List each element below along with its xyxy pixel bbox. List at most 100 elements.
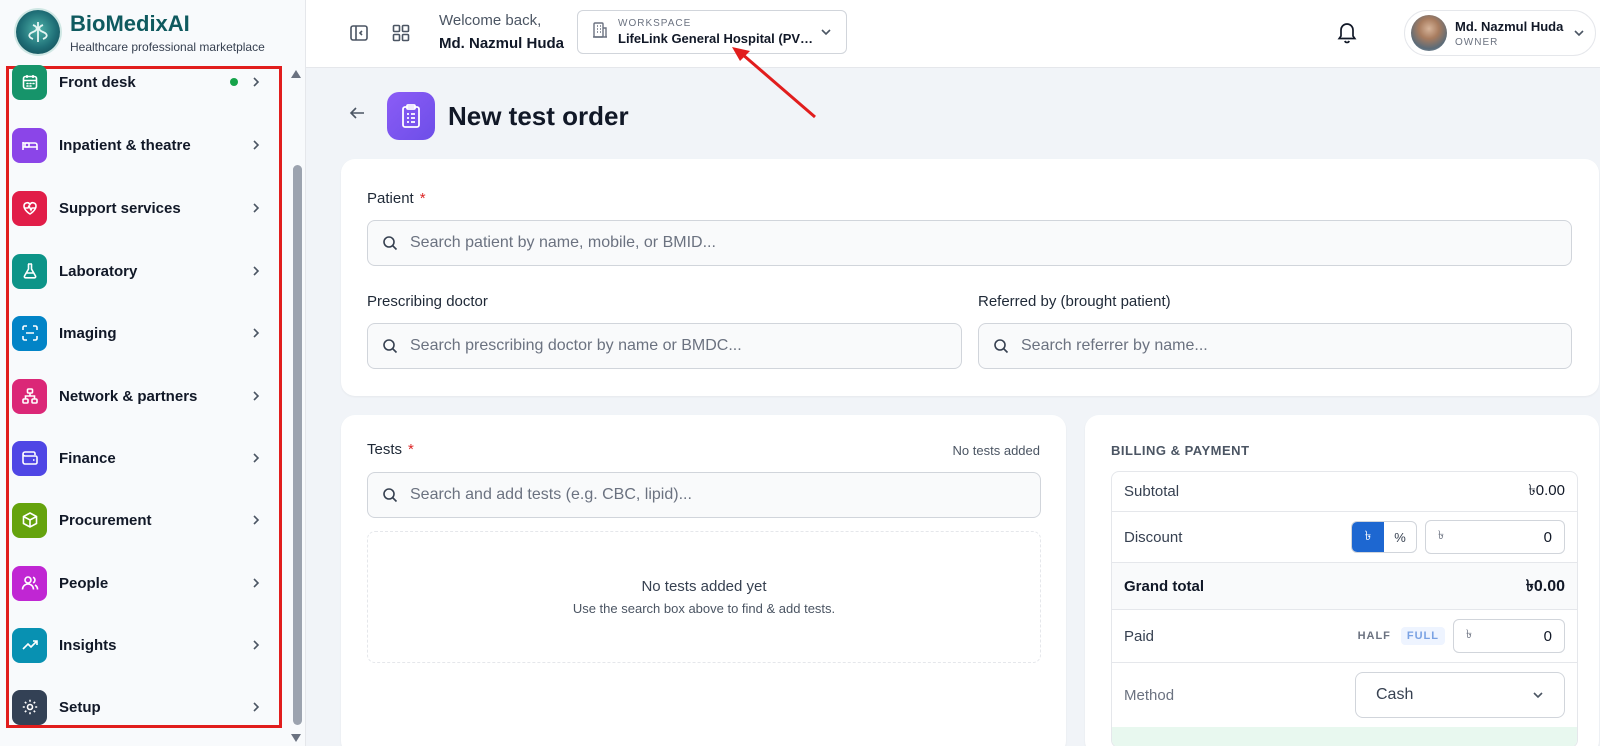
sidebar-item-inpatient[interactable]: Inpatient & theatre (12, 127, 262, 163)
sidebar-item-insights[interactable]: Insights (12, 627, 262, 663)
tests-card: Tests * No tests added Search and add tes… (341, 415, 1066, 746)
sidebar-toggle-icon[interactable] (346, 20, 372, 46)
referrer-search-input[interactable]: Search referrer by name... (978, 323, 1572, 369)
search-icon (383, 339, 398, 354)
chevron-right-icon (250, 139, 262, 151)
chevron-right-icon (250, 390, 262, 402)
discount-mode-percent[interactable]: % (1384, 522, 1416, 552)
tests-label: Tests * (367, 441, 414, 458)
sidebar-item-network-partners[interactable]: Network & partners (12, 378, 262, 414)
chevron-right-icon (250, 514, 262, 526)
sidebar-item-support-services[interactable]: Support services (12, 190, 262, 226)
page-title: New test order (448, 101, 629, 131)
apps-grid-icon[interactable] (388, 20, 414, 46)
sidebar-item-imaging[interactable]: Imaging (12, 315, 262, 351)
method-row: Method Cash (1112, 663, 1577, 727)
scan-icon (12, 315, 47, 351)
box-icon (12, 502, 47, 538)
gear-icon (12, 689, 47, 725)
sidebar-item-laboratory[interactable]: Laboratory (12, 253, 262, 289)
search-icon (383, 488, 398, 503)
paid-label: Paid (1124, 627, 1155, 645)
sidebar-item-people[interactable]: People (12, 565, 262, 601)
sidebar-item-label: Inpatient & theatre (59, 136, 191, 154)
heart-pulse-icon (12, 190, 47, 226)
chevron-right-icon (250, 577, 262, 589)
method-label: Method (1124, 686, 1175, 704)
subtotal-label: Subtotal (1124, 483, 1180, 500)
sidebar-item-front-desk[interactable]: Front desk (12, 64, 262, 100)
tests-empty-state: No tests added yet Use the search box ab… (367, 531, 1041, 663)
sidebar-item-label: Laboratory (59, 262, 138, 280)
billing-table: Subtotal ৳0.00 Discount ৳ % ৳ 0 Grand to… (1111, 471, 1578, 746)
paid-input[interactable]: ৳ 0 (1453, 619, 1565, 653)
back-arrow-icon[interactable] (348, 106, 366, 125)
avatar (1411, 15, 1447, 51)
half-button[interactable]: HALF (1352, 627, 1397, 645)
user-menu[interactable]: Md. Nazmul Huda OWNER (1404, 10, 1596, 56)
empty-hint: Use the search box above to find & add t… (572, 601, 836, 616)
tests-search-placeholder: Search and add tests (e.g. CBC, lipid)..… (410, 486, 692, 503)
chevron-right-icon (250, 639, 262, 651)
chevron-right-icon (250, 265, 262, 277)
building-icon (592, 21, 610, 44)
bell-icon[interactable] (1336, 20, 1358, 49)
patient-search-placeholder: Search patient by name, mobile, or BMID.… (410, 234, 716, 251)
sidebar-item-label: Insights (59, 636, 117, 654)
method-value: Cash (1376, 686, 1414, 703)
patient-search-input[interactable]: Search patient by name, mobile, or BMID.… (367, 220, 1572, 266)
chevron-right-icon (250, 202, 262, 214)
discount-input[interactable]: ৳ 0 (1425, 520, 1565, 554)
welcome-text: Welcome back, (439, 12, 542, 29)
empty-title: No tests added yet (641, 578, 767, 595)
chevron-down-icon (1533, 692, 1543, 699)
wallet-icon (12, 440, 47, 476)
tests-search-input[interactable]: Search and add tests (e.g. CBC, lipid)..… (367, 472, 1041, 518)
discount-currency: ৳ (1438, 528, 1444, 542)
search-icon (994, 339, 1009, 354)
annotation-arrow (732, 47, 816, 119)
sidebar-scrollbar-thumb[interactable] (293, 165, 302, 725)
search-icon (383, 236, 398, 251)
sidebar-item-setup[interactable]: Setup (12, 689, 262, 725)
sidebar-item-label: Procurement (59, 511, 152, 529)
sidebar-item-finance[interactable]: Finance (12, 440, 262, 476)
welcome-block: Welcome back, Md. Nazmul Huda (439, 12, 564, 52)
brand-name: BioMedixAI (70, 10, 190, 36)
full-button[interactable]: FULL (1400, 627, 1445, 645)
patient-label: Patient * (367, 190, 426, 207)
topbar: Welcome back, Md. Nazmul Huda WORKSPACE … (306, 0, 1600, 68)
bed-icon (12, 127, 47, 163)
discount-row: Discount ৳ % ৳ 0 (1112, 512, 1577, 563)
sidebar-item-procurement[interactable]: Procurement (12, 502, 262, 538)
chevron-right-icon (250, 327, 262, 339)
trending-up-icon (12, 627, 47, 663)
patient-card: Patient * Search patient by name, mobile,… (341, 159, 1599, 396)
sidebar-item-label: Finance (59, 449, 116, 467)
sidebar-item-label: Setup (59, 698, 101, 716)
calendar-icon (12, 64, 47, 100)
chevron-down-icon (1573, 24, 1585, 42)
doctor-label: Prescribing doctor (367, 293, 488, 310)
sidebar-item-label: Network & partners (59, 387, 198, 405)
flask-icon (12, 253, 47, 289)
brand-tagline: Healthcare professional marketplace (70, 39, 265, 54)
paid-row: Paid HALF FULL ৳ 0 (1112, 610, 1577, 663)
tests-count: No tests added (952, 443, 1040, 458)
discount-mode-currency[interactable]: ৳ (1352, 522, 1384, 552)
chevron-right-icon (250, 452, 262, 464)
method-select[interactable]: Cash (1355, 672, 1565, 718)
sidebar-item-label: Front desk (59, 73, 136, 91)
chevron-right-icon (250, 76, 262, 88)
doctor-search-input[interactable]: Search prescribing doctor by name or BMD… (367, 323, 962, 369)
sidebar-item-label: Imaging (59, 324, 117, 342)
chevron-down-icon (820, 23, 832, 41)
user-role: OWNER (1455, 36, 1499, 48)
brand-logo-icon (16, 10, 60, 54)
scroll-down-arrow[interactable] (291, 734, 301, 742)
billing-heading: BILLING & PAYMENT (1111, 443, 1250, 458)
brand[interactable]: BioMedixAI Healthcare professional marke… (16, 10, 265, 54)
paid-value: 0 (1543, 627, 1552, 645)
scroll-up-arrow[interactable] (291, 70, 301, 78)
user-name: Md. Nazmul Huda (1455, 18, 1564, 34)
